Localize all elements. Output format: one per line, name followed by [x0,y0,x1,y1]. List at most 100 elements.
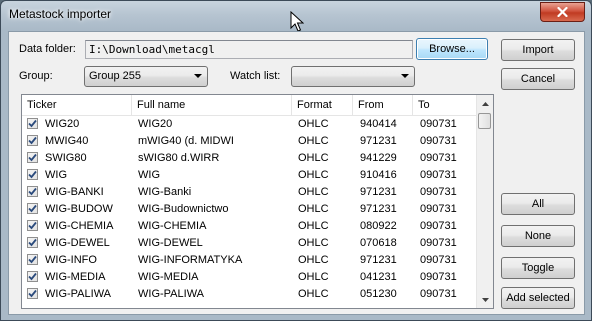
cell-to: 090731 [420,220,457,232]
checkmark-icon [28,119,37,128]
checkmark-icon [28,238,37,247]
cell-ticker: WIG-INFO [45,254,97,266]
row-checkbox[interactable] [27,237,38,248]
checkmark-icon [28,153,37,162]
table-row[interactable]: SWIG80 sWIG80 d.WIRR OHLC 941229 090731 [22,150,476,167]
ticker-list[interactable]: Ticker Full name Format From To WIG20 WIG… [21,94,494,309]
chevron-up-icon [481,101,489,106]
checkmark-icon [28,136,37,145]
close-button[interactable] [540,2,585,22]
row-checkbox[interactable] [27,271,38,282]
row-checkbox[interactable] [27,254,38,265]
cell-format: OHLC [298,135,329,147]
cell-to: 090731 [420,169,457,181]
watch-list-label: Watch list: [230,70,281,82]
table-row[interactable]: WIG-BANKI WIG-Banki OHLC 971231 090731 [22,184,476,201]
row-checkbox[interactable] [27,152,38,163]
cell-ticker: WIG-PALIWA [45,288,111,300]
cell-full-name: WIG [138,169,160,181]
cell-to: 090731 [420,203,457,215]
table-body: WIG20 WIG20 OHLC 940414 090731 MWIG40 mWIG40 (… [22,116,476,303]
scroll-down-button[interactable] [477,291,493,308]
row-checkbox[interactable] [27,288,38,299]
vertical-scrollbar[interactable] [476,95,493,308]
data-folder-field[interactable]: I:\Download\metacgl [85,40,413,59]
column-header-ticker[interactable]: Ticker [22,95,132,115]
cell-format: OHLC [298,237,329,249]
cell-format: OHLC [298,169,329,181]
data-folder-label: Data folder: [19,43,76,55]
cell-from: 041231 [360,271,397,283]
cell-format: OHLC [298,203,329,215]
window-title: Metastock importer [9,7,112,21]
dialog-body: Data folder: I:\Download\metacgl Browse.… [8,31,585,315]
cell-to: 090731 [420,152,457,164]
select-none-button[interactable]: None [501,225,575,247]
metastock-importer-window: Metastock importer Data folder: I:\Downl… [0,0,592,321]
cell-full-name: WIG-Banki [138,186,192,198]
column-header-format[interactable]: Format [292,95,353,115]
cell-from: 971231 [360,203,397,215]
chevron-down-icon [481,297,489,302]
table-row[interactable]: WIG-PALIWA WIG-PALIWA OHLC 051230 090731 [22,286,476,303]
cell-full-name: WIG-INFORMATYKA [138,254,243,266]
checkmark-icon [28,289,37,298]
cell-format: OHLC [298,152,329,164]
browse-button[interactable]: Browse... [416,38,488,60]
import-button[interactable]: Import [501,39,575,61]
group-label: Group: [19,70,53,82]
mouse-pointer-icon [290,11,304,32]
cell-format: OHLC [298,118,329,130]
cell-ticker: WIG-BANKI [45,186,104,198]
close-icon [557,7,568,17]
row-checkbox[interactable] [27,118,38,129]
chevron-down-icon [401,74,409,78]
cell-from: 940414 [360,118,397,130]
cell-format: OHLC [298,288,329,300]
cell-full-name: WIG-Budownictwo [138,203,229,215]
table-row[interactable]: WIG-CHEMIA WIG-CHEMIA OHLC 080922 090731 [22,218,476,235]
cell-format: OHLC [298,254,329,266]
column-header-full-name[interactable]: Full name [132,95,292,115]
cell-ticker: WIG-BUDOW [45,203,113,215]
cell-from: 971231 [360,254,397,266]
checkmark-icon [28,204,37,213]
table-row[interactable]: WIG WIG OHLC 910416 090731 [22,167,476,184]
scroll-up-button[interactable] [477,95,493,112]
table-row[interactable]: WIG-DEWEL WIG-DEWEL OHLC 070618 090731 [22,235,476,252]
checkmark-icon [28,255,37,264]
cell-from: 971231 [360,135,397,147]
cell-to: 090731 [420,288,457,300]
cell-full-name: WIG20 [138,118,173,130]
title-bar[interactable]: Metastock importer [1,1,591,32]
chevron-down-icon [194,74,202,78]
table-row[interactable]: WIG-MEDIA WIG-MEDIA OHLC 041231 090731 [22,269,476,286]
table-row[interactable]: WIG-BUDOW WIG-Budownictwo OHLC 971231 090731 [22,201,476,218]
cell-from: 051230 [360,288,397,300]
toggle-button[interactable]: Toggle [501,257,575,279]
table-row[interactable]: WIG-INFO WIG-INFORMATYKA OHLC 971231 090731 [22,252,476,269]
cell-from: 910416 [360,169,397,181]
watch-list-dropdown[interactable] [291,66,415,87]
row-checkbox[interactable] [27,186,38,197]
select-all-button[interactable]: All [501,193,575,215]
table-row[interactable]: WIG20 WIG20 OHLC 940414 090731 [22,116,476,133]
column-header-from[interactable]: From [353,95,413,115]
row-checkbox[interactable] [27,169,38,180]
cell-ticker: WIG-DEWEL [45,237,110,249]
table-header: Ticker Full name Format From To [22,95,476,116]
cell-from: 941229 [360,152,397,164]
table-row[interactable]: MWIG40 mWIG40 (d. MIDWI OHLC 971231 090731 [22,133,476,150]
cell-full-name: WIG-DEWEL [138,237,203,249]
cancel-button[interactable]: Cancel [501,68,575,90]
cell-full-name: mWIG40 (d. MIDWI [138,135,234,147]
add-selected-button[interactable]: Add selected [501,287,575,309]
row-checkbox[interactable] [27,220,38,231]
scrollbar-thumb[interactable] [478,113,491,129]
cell-ticker: MWIG40 [45,135,89,147]
group-dropdown[interactable]: Group 255 [84,66,208,87]
column-header-to[interactable]: To [413,95,476,115]
row-checkbox[interactable] [27,135,38,146]
cell-ticker: SWIG80 [45,152,87,164]
row-checkbox[interactable] [27,203,38,214]
